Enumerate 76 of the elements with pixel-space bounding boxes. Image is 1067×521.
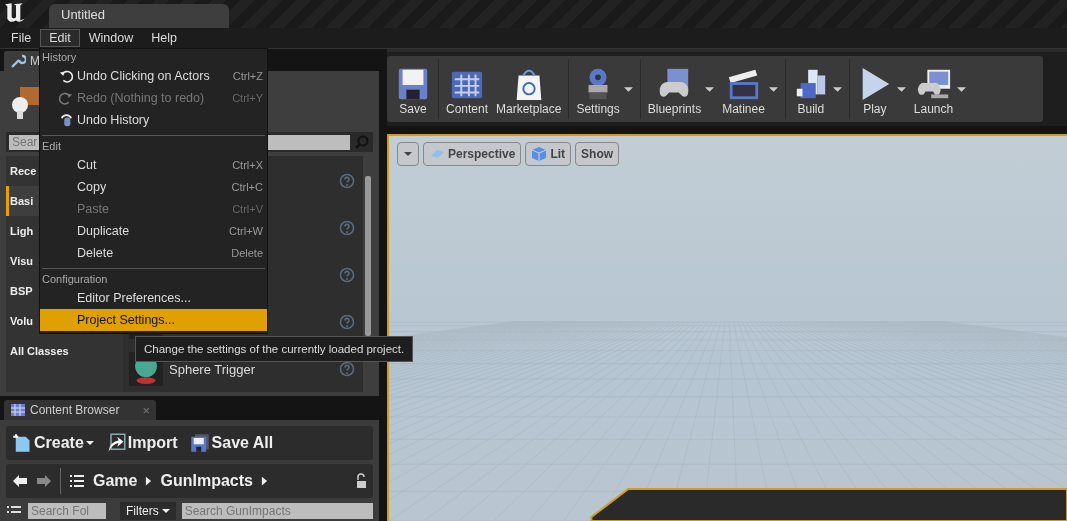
toolbar-button[interactable]: Build [788, 62, 833, 122]
forward-arrow-icon[interactable] [36, 473, 52, 489]
perspective-button[interactable]: Perspective [423, 142, 522, 166]
menu-item[interactable]: Window [79, 29, 143, 47]
redo-icon [59, 91, 73, 105]
item-label: Sphere Trigger [169, 361, 256, 377]
lit-button[interactable]: Lit [525, 142, 572, 166]
cube-icon [531, 146, 548, 162]
floppy-disk-icon [189, 433, 210, 453]
shortcut: Ctrl+Y [232, 92, 263, 104]
menu-item[interactable]: Editor Preferences... [40, 287, 267, 309]
shortcut: Ctrl+V [232, 203, 263, 215]
dropdown-button[interactable] [397, 142, 419, 166]
padlock-icon[interactable] [355, 473, 367, 489]
tooltip: Change the settings of the currently loaded project. [135, 336, 414, 362]
section-heading: Configuration [41, 272, 109, 287]
toolbar-button[interactable]: Matinee [718, 62, 769, 122]
menu-item[interactable]: Cut Ctrl+X [40, 154, 267, 176]
shortcut: Ctrl+Z [232, 70, 263, 82]
menu-item[interactable]: Edit [40, 29, 80, 47]
menu-item[interactable]: Undo History [40, 109, 267, 131]
content-browser-tab[interactable]: Content Browser × [4, 400, 156, 420]
help-icon[interactable] [339, 361, 355, 377]
toolbar-button[interactable]: Blueprints [643, 62, 706, 122]
shortcut: Ctrl+X [232, 159, 263, 171]
document-tab[interactable]: Untitled [49, 4, 229, 28]
toolbar-button[interactable]: Settings [572, 62, 624, 122]
help-icon[interactable] [339, 173, 355, 189]
menu-item[interactable]: File [2, 29, 41, 47]
scrollbar[interactable] [365, 176, 371, 336]
toolbar-button[interactable]: Launch [909, 62, 958, 122]
path-crumb[interactable]: Game [93, 472, 138, 490]
back-arrow-icon[interactable] [12, 473, 28, 489]
menu-item[interactable]: Help [142, 29, 186, 47]
caret-icon[interactable] [957, 85, 967, 94]
arrow-right-icon[interactable] [145, 476, 153, 486]
caret-icon[interactable] [896, 85, 906, 94]
menu-item[interactable]: Delete Delete [40, 242, 267, 264]
caret-icon[interactable] [623, 85, 633, 94]
toolbar-button[interactable]: Marketplace [492, 62, 566, 122]
caret-icon[interactable] [832, 85, 842, 94]
help-icon[interactable] [339, 267, 355, 283]
toolbar-button[interactable]: Save [391, 62, 435, 122]
arrow-right-icon[interactable] [260, 476, 268, 486]
create-button[interactable]: Create [12, 433, 98, 453]
undo-icon [59, 69, 73, 83]
shortcut: Delete [231, 247, 263, 259]
path-crumb[interactable]: GunImpacts [160, 472, 253, 490]
caret-icon [85, 439, 94, 447]
search-field[interactable]: Search Fol [28, 503, 106, 519]
save-all-button[interactable]: Save All [189, 433, 278, 453]
menu-item[interactable]: Duplicate Ctrl+W [40, 220, 267, 242]
help-icon[interactable] [339, 314, 355, 330]
caret-icon [404, 150, 412, 158]
section-heading: Edit [41, 139, 62, 154]
shortcut: Ctrl+W [229, 225, 263, 237]
search-field[interactable]: Search GunImpacts [181, 503, 373, 519]
tab-label: Content Browser [30, 403, 120, 417]
help-icon[interactable] [339, 220, 355, 236]
caret-icon [161, 507, 170, 515]
toolbar-button[interactable]: Play [852, 62, 897, 122]
toolbar-button[interactable]: Content [442, 62, 493, 122]
grid-icon [10, 402, 26, 418]
filters-button[interactable]: Filters [120, 502, 176, 520]
menu-item[interactable]: Copy Ctrl+C [40, 176, 267, 198]
list-icon[interactable] [69, 473, 85, 489]
new-file-icon [12, 433, 32, 453]
tab-label: M [30, 54, 40, 68]
shortcut: Ctrl+C [231, 181, 263, 193]
wrench-icon [10, 53, 26, 69]
show-button[interactable]: Show [575, 142, 620, 166]
category-tab[interactable]: All Classes [6, 336, 123, 366]
caret-icon[interactable] [705, 85, 715, 94]
history-icon [59, 113, 73, 127]
caret-icon[interactable] [768, 85, 778, 94]
import-button[interactable]: Import [105, 433, 182, 453]
